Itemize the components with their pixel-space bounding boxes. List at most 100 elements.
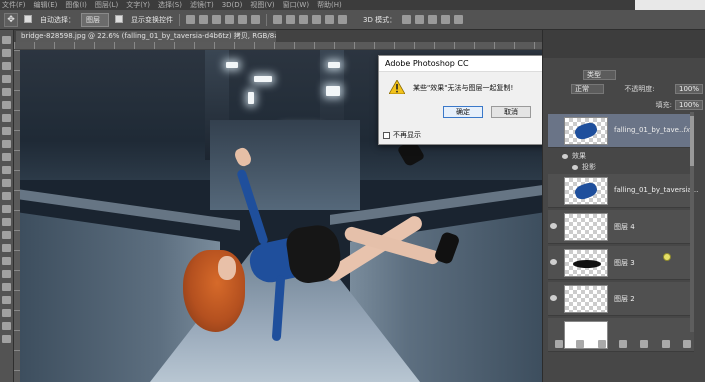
eyedropper-icon[interactable] [2,101,11,109]
align-middle-icon[interactable] [199,15,208,24]
distribute-top-icon[interactable] [273,15,282,24]
window-controls[interactable] [635,0,705,10]
clone-stamp-icon[interactable] [2,140,11,148]
layers-list: falling_01_by_tave... fx 效果 投影 falling_0… [548,114,698,364]
ok-button[interactable]: 确定 [443,106,483,118]
cancel-button[interactable]: 取消 [491,106,531,118]
gradient-icon[interactable] [2,179,11,187]
3d-mode-buttons[interactable] [402,15,464,24]
hand-icon[interactable] [2,270,11,278]
marquee-icon[interactable] [2,49,11,57]
show-transform-checkbox[interactable] [115,14,125,25]
eye-icon[interactable] [572,164,578,170]
trash-icon[interactable] [683,340,692,348]
eraser-icon[interactable] [2,166,11,174]
shadow-thumbnail [573,260,601,268]
layer-row[interactable]: falling_01_by_tave... fx [548,114,694,148]
eye-icon[interactable] [550,295,557,301]
more-tools-icon[interactable] [2,296,11,304]
distribute-middle-icon[interactable] [286,15,295,24]
menu-window[interactable]: 窗口(W) [283,0,309,10]
menu-layer[interactable]: 图层(L) [95,0,118,10]
align-left-icon[interactable] [225,15,234,24]
fx-icon[interactable] [576,340,585,348]
drop-shadow-row[interactable]: 投影 [572,162,702,172]
mask-icon[interactable] [597,340,606,348]
layer-row[interactable]: 图层 3 [548,246,694,280]
menu-filter[interactable]: 滤镜(T) [190,0,214,10]
quick-select-icon[interactable] [2,75,11,83]
3d-rotate-icon[interactable] [402,15,412,24]
3d-roll-icon[interactable] [415,15,425,24]
distribute-bottom-icon[interactable] [299,15,308,24]
move-icon[interactable] [2,36,11,44]
foreground-color-icon[interactable] [2,309,11,317]
effects-row[interactable]: 效果 [562,151,692,161]
menu-edit[interactable]: 编辑(E) [34,0,58,10]
move-tool-icon[interactable]: ✥ [4,12,18,27]
dodge-icon[interactable] [2,205,11,213]
menu-type[interactable]: 文字(Y) [126,0,150,10]
ceiling-light [248,92,254,104]
align-bottom-icon[interactable] [212,15,221,24]
pen-icon[interactable] [2,218,11,226]
layer-name: 图层 4 [614,223,635,231]
layer-row[interactable]: falling_01_by_taversia... [548,174,698,208]
distribute-right-icon[interactable] [338,15,347,24]
distribute-buttons[interactable] [273,15,347,24]
blur-icon[interactable] [2,192,11,200]
hair [183,250,245,332]
scrollbar-thumb[interactable] [690,116,694,166]
new-layer-icon[interactable] [661,340,670,348]
type-icon[interactable] [2,231,11,239]
layer-row[interactable]: 图层 4 [548,210,694,244]
quick-mask-icon[interactable] [2,322,11,330]
auto-select-checkbox[interactable] [24,14,34,25]
cursor-icon [663,253,671,261]
layer-kind-filter[interactable]: 类型 [583,70,616,80]
menu-image[interactable]: 图像(I) [65,0,87,10]
menu-view[interactable]: 视图(V) [250,0,274,10]
3d-scale-icon[interactable] [454,15,464,24]
menu-file[interactable]: 文件(F) [2,0,26,10]
distribute-center-icon[interactable] [325,15,334,24]
face [218,256,236,280]
3d-slide-icon[interactable] [441,15,451,24]
screen-mode-icon[interactable] [2,335,11,343]
ceiling-light [326,86,340,96]
eye-icon[interactable] [562,153,568,159]
brush-icon[interactable] [2,127,11,135]
layer-row[interactable]: 图层 2 [548,282,694,316]
fill-field[interactable]: 100% [674,100,703,110]
opacity-field[interactable]: 100% [674,84,703,94]
align-top-icon[interactable] [186,15,195,24]
eye-icon[interactable] [550,223,557,229]
align-buttons[interactable] [186,15,260,24]
dont-show-checkbox[interactable] [383,131,390,139]
3d-drag-icon[interactable] [428,15,438,24]
menu-select[interactable]: 选择(S) [158,0,182,10]
menu-3d[interactable]: 3D(D) [222,1,243,9]
layers-scrollbar[interactable] [690,112,694,332]
history-brush-icon[interactable] [2,153,11,161]
fx-icon[interactable]: fx [683,126,690,134]
path-select-icon[interactable] [2,244,11,252]
menu-help[interactable]: 帮助(H) [317,0,342,10]
zoom-icon[interactable] [2,283,11,291]
distribute-left-icon[interactable] [312,15,321,24]
dont-show-again[interactable]: 不再显示 [383,130,421,140]
auto-select-dropdown[interactable]: 图层 [81,12,109,27]
lasso-icon[interactable] [2,62,11,70]
document-tab[interactable]: bridge-828598.jpg @ 22.6% (falling_01_by… [16,31,276,42]
folder-icon[interactable] [640,340,649,348]
eye-icon[interactable] [550,259,557,265]
blend-mode-dropdown[interactable]: 正常 [571,84,604,94]
shape-icon[interactable] [2,257,11,265]
crop-icon[interactable] [2,88,11,96]
healing-icon[interactable] [2,114,11,122]
adjustment-icon[interactable] [618,340,627,348]
panel-header [543,30,705,58]
align-center-icon[interactable] [238,15,247,24]
align-right-icon[interactable] [251,15,260,24]
link-icon[interactable] [554,340,563,348]
